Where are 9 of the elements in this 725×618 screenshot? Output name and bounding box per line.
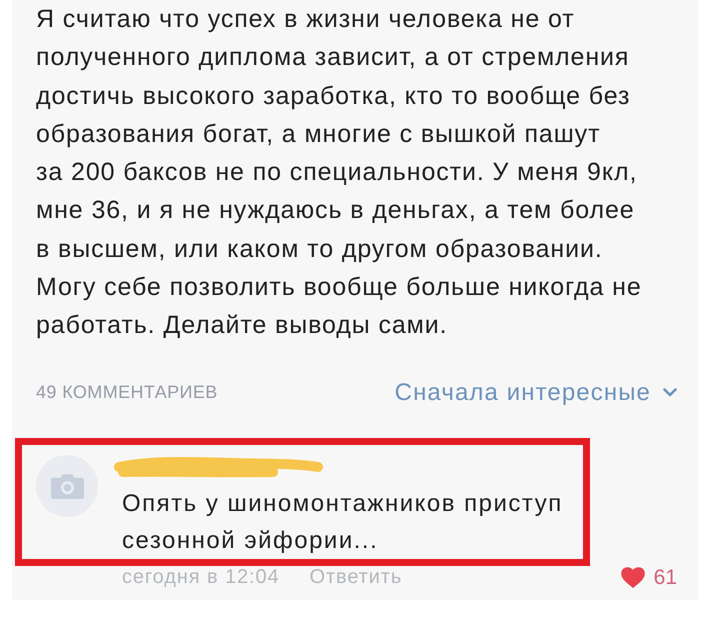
sort-dropdown[interactable]: Сначала интересные bbox=[394, 378, 677, 407]
camera-icon bbox=[50, 472, 84, 499]
post-text: Я считаю что успех в жизни человека не от полученного диплома зависит, а от стремления достичь высокого заработка, кто то вообще без образования богат, а многие с вышкой пашут за 200 баксов не по специальности. У меня 9кл, мне 36, и я не нуждаюсь в деньгах, а тем более в высшем, или каком то другом образовании. Могу себе позволить вообще больше никогда не работать. Делайте выводы сами. bbox=[36, 4, 643, 342]
comment-text: Опять у шиномонтажников приступ сезонной эйфории... bbox=[122, 488, 563, 556]
chevron-down-icon bbox=[663, 388, 677, 398]
like-button[interactable]: 61 bbox=[620, 566, 677, 590]
reply-link[interactable]: Ответить bbox=[310, 566, 402, 590]
comments-count: 49 КОММЕНТАРИЕВ bbox=[36, 382, 218, 404]
comment-time: сегодня в 12:04 bbox=[122, 566, 280, 590]
